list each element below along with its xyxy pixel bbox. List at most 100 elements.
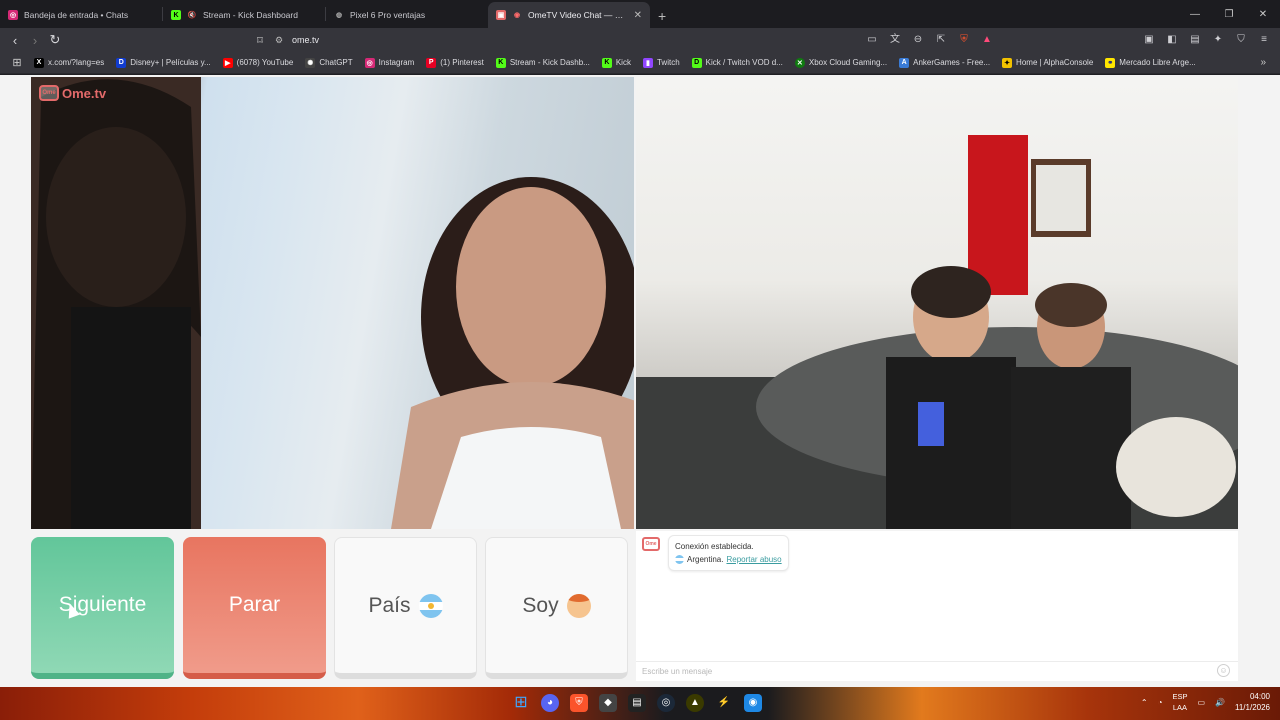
bookmark-pinterest[interactable]: P (1) Pinterest: [420, 57, 490, 68]
ometv-logo-text: Ome.tv: [62, 85, 107, 101]
tray-app-icon[interactable]: ◔: [1158, 698, 1163, 707]
app-icon[interactable]: ◆: [599, 694, 617, 712]
bookmark-icon[interactable]: ⌑: [250, 34, 270, 47]
clock[interactable]: 04:00 11/1/2026: [1235, 691, 1270, 713]
input-language[interactable]: ESP LAA: [1172, 691, 1187, 713]
bookmark-twitch[interactable]: ▮ Twitch: [637, 57, 686, 68]
muted-audio-icon[interactable]: 🔇: [187, 10, 197, 20]
bookmark-xbox[interactable]: ✕ Xbox Cloud Gaming...: [789, 57, 893, 68]
clock-time: 04:00: [1249, 692, 1270, 701]
app-icon[interactable]: ▲: [686, 694, 704, 712]
steam-icon[interactable]: ◎: [657, 694, 675, 712]
close-window-icon[interactable]: ✕: [1246, 9, 1280, 20]
bookmark-anker[interactable]: A AnkerGames - Free...: [893, 57, 996, 68]
bookmark-label: Disney+ | Películas y...: [130, 58, 211, 67]
windows-start-icon[interactable]: ⊞: [512, 694, 530, 712]
tab-title: Stream - Kick Dashboard: [203, 10, 298, 20]
local-video-scene: [636, 135, 1238, 529]
minimize-icon[interactable]: —: [1178, 9, 1212, 20]
back-icon[interactable]: ‹: [5, 33, 25, 48]
disney-icon: D: [116, 57, 127, 68]
vpn-icon[interactable]: ⛉: [1233, 32, 1249, 48]
system-tray: ⌃ ◔ ESP LAA ▭ 🔊 04:00 11/1/2026: [1141, 691, 1270, 713]
keyboard-layout: LAA: [1172, 703, 1188, 712]
brave-shield-icon[interactable]: ⛨: [956, 32, 972, 48]
ometv-logo[interactable]: Ome Ome.tv: [39, 85, 106, 101]
leo-ai-icon[interactable]: ✦: [1210, 32, 1226, 48]
apps-grid-icon[interactable]: ⊞: [6, 56, 28, 69]
zoom-icon[interactable]: ⊖: [910, 32, 926, 48]
ometv-logo-icon: Ome: [39, 85, 59, 101]
remote-video: Ome Ome.tv: [31, 77, 634, 529]
chevron-up-icon[interactable]: ⌃: [1141, 698, 1148, 707]
new-tab-button[interactable]: +: [650, 8, 674, 28]
brave-rewards-icon[interactable]: ▲: [979, 32, 995, 48]
translate-icon[interactable]: 文: [887, 32, 903, 48]
bookmark-kick-vod[interactable]: D Kick / Twitch VOD d...: [686, 57, 789, 68]
xbox-icon: ✕: [794, 57, 805, 68]
ometv-page: Ome Ome.tv Siguiente Parar País Soy Ome …: [0, 75, 1280, 687]
bookmark-mercadolibre[interactable]: ⚭ Mercado Libre Arge...: [1099, 57, 1201, 68]
bookmark-label: x.com/?lang=es: [48, 58, 105, 67]
cast-icon[interactable]: ▭: [864, 32, 880, 48]
youtube-icon: ▶: [222, 57, 233, 68]
bookmark-label: Kick: [615, 58, 631, 67]
volume-icon[interactable]: 🔊: [1215, 698, 1225, 707]
bookmark-instagram[interactable]: ◎ Instagram: [359, 57, 421, 68]
tab-kick-dashboard[interactable]: K 🔇 Stream - Kick Dashboard: [163, 2, 325, 28]
bookmark-label: AnkerGames - Free...: [913, 58, 991, 67]
tab-strip: ◎ Bandeja de entrada • Chats K 🔇 Stream …: [0, 0, 1280, 28]
reload-icon[interactable]: ↻: [45, 32, 65, 48]
menu-icon[interactable]: ≡: [1256, 32, 1272, 48]
tab-ometv[interactable]: ▣ ◉ OmeTV Video Chat — Omeg ✕: [488, 2, 650, 28]
next-button[interactable]: Siguiente: [31, 537, 174, 679]
bookmark-youtube[interactable]: ▶ (6078) YouTube: [217, 57, 300, 68]
chatgpt-icon: ✺: [305, 57, 316, 68]
bookmark-alphaconsole[interactable]: ✦ Home | AlphaConsole: [996, 57, 1099, 68]
bookmark-disney[interactable]: D Disney+ | Películas y...: [110, 57, 216, 68]
app-icon[interactable]: ◉: [744, 694, 762, 712]
forward-icon[interactable]: ›: [25, 33, 45, 48]
restore-icon[interactable]: ❐: [1212, 9, 1246, 20]
boy-emoji-icon: [566, 593, 591, 618]
obs-icon[interactable]: ▤: [628, 694, 646, 712]
country-filter-button[interactable]: País: [334, 537, 477, 679]
bookmark-x[interactable]: Xx.com/?lang=es: [28, 57, 110, 68]
emoji-icon[interactable]: ☺: [1217, 664, 1230, 677]
connection-status: Conexión establecida.: [675, 542, 754, 551]
network-icon[interactable]: ▭: [1197, 698, 1205, 707]
bookmark-label: Twitch: [656, 58, 680, 67]
discord-icon[interactable]: ◕: [541, 694, 559, 712]
report-abuse-link[interactable]: Reportar abuso: [726, 553, 781, 566]
bookmark-label: Stream - Kick Dashb...: [509, 58, 590, 67]
wallet-cards-icon[interactable]: ▤: [1187, 32, 1203, 48]
instagram-icon: ◎: [364, 57, 375, 68]
more-bookmarks-icon[interactable]: »: [1260, 57, 1266, 68]
stop-button[interactable]: Parar: [183, 537, 326, 679]
sidebar-icon[interactable]: ◧: [1164, 32, 1180, 48]
bookmark-label: ChatGPT: [319, 58, 353, 67]
remote-video-scene: [31, 77, 634, 529]
brave-icon[interactable]: ⛨: [570, 694, 588, 712]
country-name: Argentina.: [687, 555, 724, 564]
kick-icon: K: [171, 10, 181, 20]
tab-pixel[interactable]: ◍ Pixel 6 Pro ventajas: [326, 2, 488, 28]
chat-panel: Ome Conexión establecida. Argentina. Rep…: [636, 531, 1238, 681]
wallet-icon[interactable]: ▣: [1141, 32, 1157, 48]
gender-button[interactable]: Soy: [485, 537, 628, 679]
argentina-flag-icon: [418, 593, 443, 618]
bookmark-chatgpt[interactable]: ✺ ChatGPT: [299, 57, 358, 68]
site-info-icon[interactable]: ⚙: [270, 35, 288, 46]
close-tab-icon[interactable]: ✕: [634, 10, 642, 21]
window-controls: — ❐ ✕: [1178, 0, 1280, 28]
bookmark-kick-dashboard[interactable]: K Stream - Kick Dashb...: [490, 57, 596, 68]
share-icon[interactable]: ⇱: [933, 32, 949, 48]
alpha-icon: ✦: [1002, 57, 1013, 68]
message-input[interactable]: Escribe un mensaje: [636, 661, 1238, 681]
app-icon[interactable]: ⚡: [715, 694, 733, 712]
mercadolibre-icon: ⚭: [1105, 57, 1116, 68]
tab-instagram[interactable]: ◎ Bandeja de entrada • Chats: [0, 2, 162, 28]
url-text[interactable]: ome.tv: [292, 35, 319, 45]
bookmark-kick[interactable]: K Kick: [596, 57, 637, 68]
stop-button-label: Parar: [228, 593, 281, 616]
